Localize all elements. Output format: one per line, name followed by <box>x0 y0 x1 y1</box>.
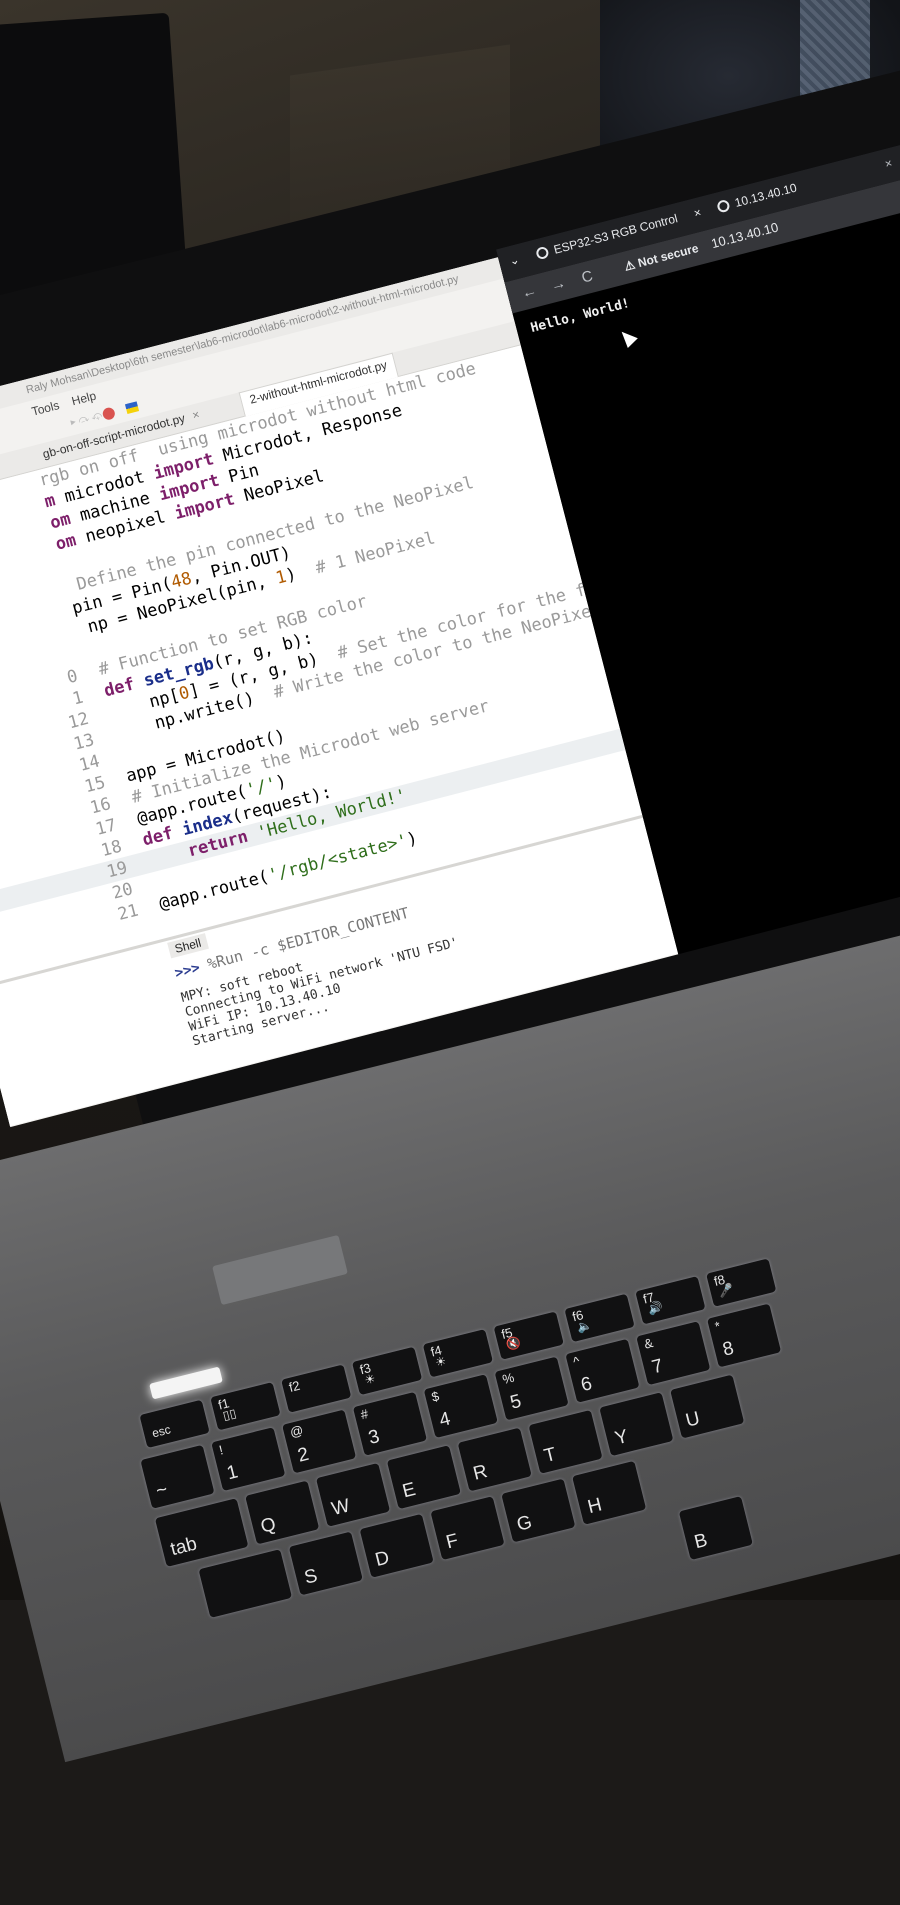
key[interactable]: H <box>572 1460 647 1525</box>
key-label: W <box>329 1495 352 1521</box>
key[interactable]: Y <box>599 1392 674 1457</box>
key-label: 2 <box>295 1443 311 1467</box>
shell-label: Shell <box>167 933 209 959</box>
key-label: 7 <box>649 1355 666 1379</box>
key-label: R <box>471 1461 490 1485</box>
key[interactable]: #3 <box>352 1391 428 1456</box>
toolbar-faded-icons[interactable]: ▸ ⤼ ⤽ <box>70 410 104 429</box>
key-label: Y <box>612 1425 631 1450</box>
key-label: 🎤 <box>717 1281 736 1300</box>
key-shift-label: $ <box>429 1388 441 1405</box>
key[interactable]: F <box>430 1496 505 1561</box>
key-label: S <box>302 1565 320 1589</box>
back-arrow-icon[interactable]: ← <box>520 282 539 302</box>
key-shift-label: % <box>500 1369 516 1388</box>
key[interactable]: B <box>678 1496 753 1561</box>
reload-icon[interactable]: C <box>580 267 595 286</box>
key-label: 3 <box>366 1426 382 1450</box>
key[interactable]: % 5 <box>494 1356 569 1421</box>
key-label: U <box>683 1408 703 1432</box>
key[interactable]: ! 1 <box>211 1427 286 1492</box>
key-shift-label: * <box>713 1318 722 1335</box>
key[interactable]: ~ <box>140 1444 215 1509</box>
key-shift-label: & <box>642 1335 655 1352</box>
bottom-key-row: B <box>678 1494 762 1561</box>
key-shift-label: ! <box>217 1442 225 1458</box>
key[interactable]: ^ 6 <box>565 1338 640 1403</box>
key[interactable]: * 8 <box>707 1303 782 1368</box>
key-shift-label: f2 <box>287 1377 302 1395</box>
key[interactable]: G <box>501 1478 576 1543</box>
menu-tools[interactable]: Tools <box>30 398 61 419</box>
key-label: esc <box>150 1422 173 1441</box>
key-label: E <box>400 1478 418 1503</box>
key-label: T <box>541 1443 559 1468</box>
mouse-cursor-icon <box>616 326 638 349</box>
key-label: ▯▯ <box>221 1405 238 1423</box>
globe-icon <box>716 198 731 214</box>
tab-label: 10.13.40.10 <box>733 180 799 210</box>
key[interactable]: W <box>315 1462 391 1527</box>
key-label: G <box>514 1511 535 1536</box>
key-label: B <box>692 1529 710 1554</box>
key-label: D <box>373 1547 392 1572</box>
key-label: 6 <box>578 1373 595 1397</box>
key[interactable]: U <box>670 1374 745 1439</box>
key-label: 1 <box>224 1461 241 1485</box>
key[interactable]: E <box>386 1445 461 1510</box>
key[interactable]: @2 <box>282 1409 357 1474</box>
key-label: H <box>585 1494 605 1519</box>
close-icon[interactable]: × <box>191 407 201 422</box>
key[interactable]: $4 <box>423 1374 498 1439</box>
key[interactable]: D <box>359 1513 434 1578</box>
key-shift-label: ^ <box>571 1353 582 1370</box>
ukraine-flag-icon[interactable] <box>124 401 140 415</box>
key[interactable] <box>198 1549 293 1618</box>
key-label: 5 <box>508 1390 524 1414</box>
key[interactable]: S <box>288 1531 363 1596</box>
key-shift-label: # <box>359 1406 370 1423</box>
close-window-icon[interactable]: × <box>883 156 893 171</box>
key-label: 🔈 <box>575 1317 594 1335</box>
menu-help[interactable]: Help <box>70 389 97 409</box>
key[interactable]: Q <box>245 1480 320 1545</box>
key-label: tab <box>168 1533 200 1561</box>
stop-icon[interactable] <box>101 406 117 421</box>
key-label: 4 <box>437 1408 453 1432</box>
key-label: ☀ <box>433 1353 448 1370</box>
globe-icon <box>535 245 550 261</box>
key-label: ~ <box>153 1478 170 1503</box>
key[interactable]: & 7 <box>636 1321 711 1386</box>
key-label: 🔊 <box>646 1299 665 1317</box>
key[interactable]: R <box>457 1427 532 1492</box>
forward-arrow-icon[interactable]: → <box>549 274 568 294</box>
tab-dropdown-icon[interactable]: ⌄ <box>508 252 521 268</box>
key-label: 8 <box>720 1337 736 1361</box>
key[interactable]: T <box>528 1409 603 1474</box>
key-label: ☀ <box>363 1371 377 1388</box>
key-label: F <box>443 1530 461 1554</box>
key[interactable]: tab <box>154 1498 249 1568</box>
close-tab-icon[interactable]: × <box>692 205 702 220</box>
key-label: 🔇 <box>504 1334 523 1353</box>
key-shift-label: @ <box>288 1422 305 1440</box>
key-label: Q <box>258 1513 279 1538</box>
